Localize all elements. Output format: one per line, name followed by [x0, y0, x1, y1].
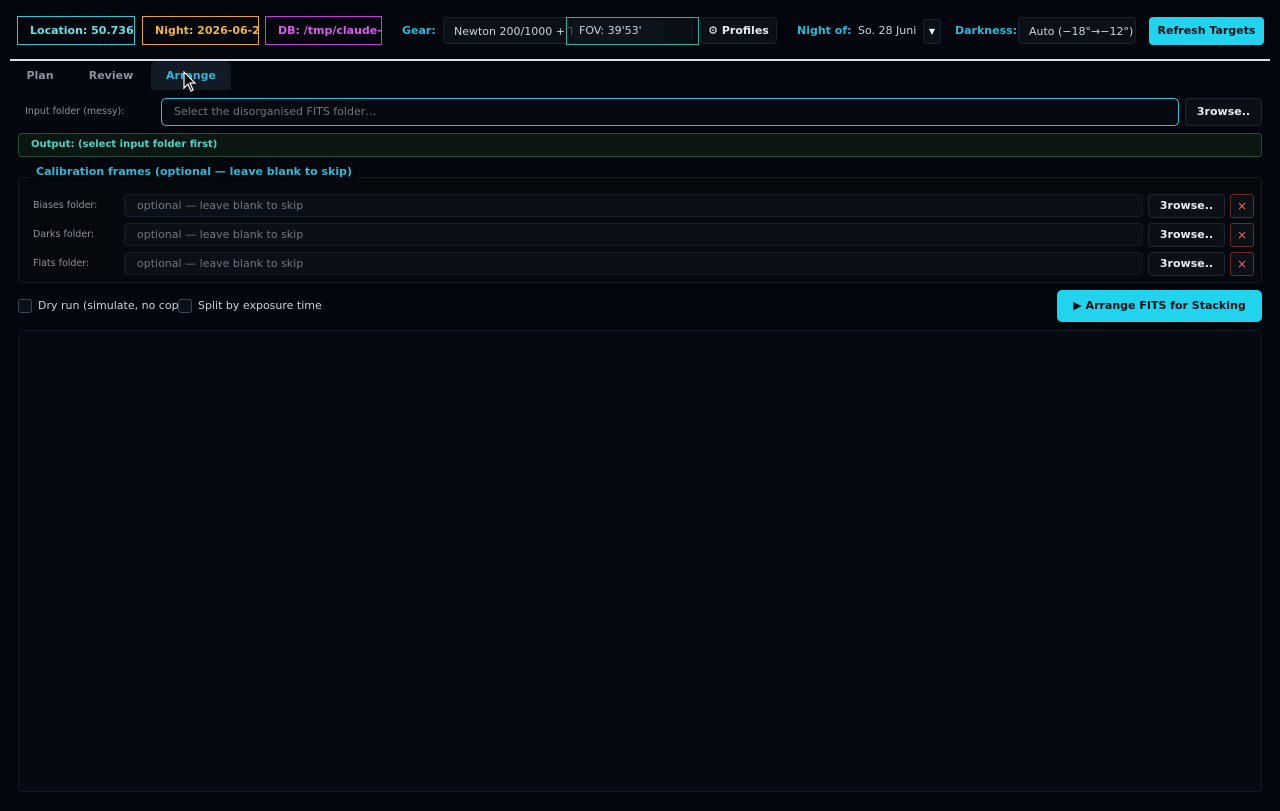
close-icon: ×: [1236, 228, 1248, 242]
top-toolbar: Location: 50.7362°, Night: 2026-06-28 22…: [0, 0, 1280, 61]
fov-readout: FOV: 39'53': [566, 17, 699, 45]
darks-browse-button[interactable]: 3rowse..: [1148, 223, 1225, 247]
biases-folder-label: Biases folder:: [33, 200, 98, 211]
biases-folder-field[interactable]: optional — leave blank to skip: [124, 194, 1143, 217]
flats-folder-label: Flats folder:: [33, 258, 90, 269]
darks-clear-button[interactable]: ×: [1230, 223, 1254, 247]
output-status: Output: (select input folder first): [18, 133, 1262, 157]
calibration-title: Calibration frames (optional — leave bla…: [30, 163, 359, 181]
input-browse-button[interactable]: 3rowse..: [1185, 98, 1262, 126]
night-of-date[interactable]: So. 28 Juni: [858, 16, 916, 45]
split-exposure-checkbox[interactable]: [178, 299, 192, 313]
gear-label: Gear:: [402, 24, 436, 37]
darks-folder-field[interactable]: optional — leave blank to skip: [124, 223, 1143, 246]
gear-icon: ⚙: [708, 24, 719, 37]
location-badge[interactable]: Location: 50.7362°,: [17, 16, 135, 45]
night-of-label: Night of:: [797, 24, 852, 37]
biases-clear-button[interactable]: ×: [1230, 194, 1254, 218]
close-icon: ×: [1236, 199, 1248, 213]
input-folder-field[interactable]: Select the disorganised FITS folder…: [161, 98, 1179, 126]
refresh-targets-button[interactable]: Refresh Targets: [1149, 17, 1264, 45]
tab-plan[interactable]: Plan: [18, 61, 62, 90]
darkness-label: Darkness:: [955, 24, 1018, 37]
night-badge[interactable]: Night: 2026-06-28 22:: [142, 16, 259, 45]
dry-run-label: Dry run (simulate, no copy): [38, 299, 190, 312]
biases-browse-button[interactable]: 3rowse..: [1148, 194, 1225, 218]
chevron-down-icon: ▼: [928, 27, 936, 36]
darks-folder-label: Darks folder:: [33, 229, 95, 240]
arrange-fits-button[interactable]: ▶ Arrange FITS for Stacking: [1057, 290, 1262, 322]
input-folder-label: Input folder (messy):: [25, 106, 125, 117]
dry-run-checkbox[interactable]: [18, 299, 32, 313]
flats-folder-field[interactable]: optional — leave blank to skip: [124, 252, 1143, 275]
database-badge[interactable]: DB: /tmp/claude-1000: [265, 16, 382, 45]
flats-browse-button[interactable]: 3rowse..: [1148, 252, 1225, 276]
date-dropdown-button[interactable]: ▼: [923, 19, 941, 44]
tab-review[interactable]: Review: [86, 61, 136, 90]
flats-clear-button[interactable]: ×: [1230, 252, 1254, 276]
split-exposure-label: Split by exposure time: [198, 299, 322, 312]
profiles-button[interactable]: ⚙ Profiles: [700, 17, 777, 44]
darkness-select[interactable]: Auto (−18°→−12°): [1018, 17, 1136, 44]
profiles-label: Profiles: [721, 24, 769, 37]
close-icon: ×: [1236, 257, 1248, 271]
log-output-area[interactable]: [18, 330, 1262, 792]
mouse-cursor-icon: [183, 71, 197, 92]
